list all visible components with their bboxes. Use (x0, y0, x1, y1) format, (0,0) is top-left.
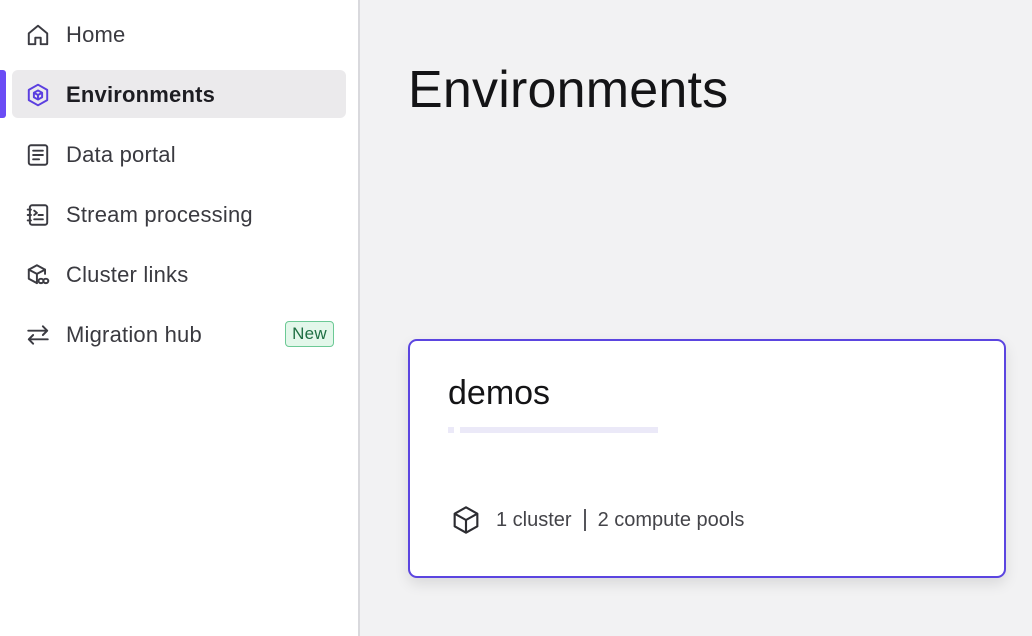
page-title: Environments (408, 61, 729, 119)
compute-pool-count: 2 compute pools (597, 508, 745, 531)
loading-placeholder-dot (448, 427, 454, 433)
sidebar-item-label: Stream processing (66, 202, 253, 227)
sidebar-item-cluster-links[interactable]: Cluster links (12, 250, 346, 298)
sidebar-item-data-portal[interactable]: Data portal (12, 130, 346, 178)
sidebar-item-label: Migration hub (66, 322, 202, 347)
sidebar-item-label: Cluster links (66, 262, 189, 287)
sidebar-item-label: Home (66, 22, 126, 47)
document-icon (27, 144, 49, 166)
environment-name: demos (448, 374, 551, 412)
environment-summary: 1 cluster 2 compute pools (450, 503, 744, 537)
home-icon (27, 24, 49, 46)
environment-card[interactable]: demos 1 cluster 2 compute pools (408, 339, 1006, 578)
sidebar: Home Environments Data portal Stream pro… (0, 0, 360, 636)
active-indicator (0, 70, 6, 118)
sidebar-item-migration-hub[interactable]: Migration hub New (12, 310, 346, 358)
sidebar-item-environments[interactable]: Environments (12, 70, 346, 118)
arrows-swap-icon (27, 325, 49, 345)
terminal-notebook-icon (26, 204, 49, 226)
sidebar-item-home[interactable]: Home (12, 10, 346, 58)
sidebar-item-stream-processing[interactable]: Stream processing (12, 190, 346, 238)
meta-separator (583, 509, 586, 531)
cluster-count: 1 cluster (496, 508, 572, 531)
new-badge: New (285, 321, 334, 347)
main-content: Environments demos 1 cluster 2 compute p… (360, 0, 1032, 636)
sidebar-item-label: Data portal (66, 142, 176, 167)
environment-hexagon-icon (27, 83, 49, 107)
loading-placeholder-bar (460, 427, 658, 433)
cube-link-icon (27, 264, 50, 285)
cube-icon (453, 506, 479, 534)
sidebar-item-label: Environments (66, 82, 216, 107)
